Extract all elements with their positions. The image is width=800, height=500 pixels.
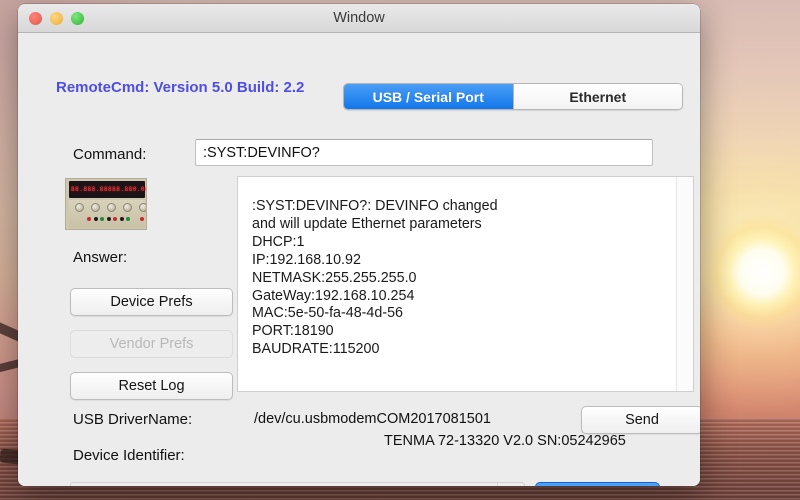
device-terminal-icon	[106, 217, 111, 221]
device-terminal-icon	[147, 217, 148, 221]
device-terminal-icon	[87, 217, 91, 221]
port-select[interactable]: /dev/cu.usbmodemCOM2017081501	[70, 482, 525, 486]
answer-scrollbar[interactable]	[676, 177, 693, 391]
vendor-prefs-button: Vendor Prefs	[70, 330, 233, 358]
device-terminal-icon	[119, 217, 124, 221]
window-titlebar[interactable]: Window	[18, 4, 700, 33]
tab-ethernet[interactable]: Ethernet	[512, 84, 682, 109]
device-display-segment: 8.888	[91, 186, 113, 193]
device-display-segment: 88.88	[71, 186, 92, 193]
device-display-segment: 0.000	[132, 186, 146, 193]
device-terminal-icon	[100, 217, 104, 221]
device-knob-icon	[139, 203, 146, 212]
answer-label: Answer:	[73, 249, 128, 266]
app-window: Window RemoteCmd: Version 5.0 Build: 2.2…	[18, 4, 700, 486]
device-terminal-icon	[140, 217, 144, 221]
window-controls	[29, 12, 84, 25]
device-terminal-icon	[126, 217, 130, 221]
answer-textarea[interactable]: :SYST:DEVINFO?: DEVINFO changed and will…	[237, 176, 694, 392]
device-terminal-icon	[93, 217, 98, 221]
device-front-panel	[69, 200, 148, 228]
device-identifier-label: Device Identifier:	[73, 447, 185, 464]
version-label: RemoteCmd: Version 5.0 Build: 2.2	[56, 79, 305, 96]
device-identifier-value: TENMA 72-13320 V2.0 SN:05242965	[384, 433, 626, 449]
device-knob-icon	[91, 203, 100, 212]
chevron-down-icon[interactable]	[497, 483, 524, 486]
command-input[interactable]	[195, 139, 653, 166]
window-content: RemoteCmd: Version 5.0 Build: 2.2 USB / …	[18, 33, 700, 486]
tab-usb-serial-port[interactable]: USB / Serial Port	[344, 84, 513, 109]
usb-drivername-value: /dev/cu.usbmodemCOM2017081501	[254, 411, 491, 427]
reset-log-button[interactable]: Reset Log	[70, 372, 233, 400]
device-terminal-icon	[113, 217, 117, 221]
device-knob-icon	[75, 203, 84, 212]
device-display-segment: 88.88	[112, 186, 133, 193]
close-button[interactable]	[29, 12, 42, 25]
connection-mode-tabs: USB / Serial Port Ethernet	[343, 83, 683, 110]
send-button[interactable]: Send	[581, 406, 700, 434]
device-knob-icon	[123, 203, 132, 212]
device-display-panel: 88.88 8.888 88.88 0.000	[69, 181, 146, 198]
power-supply-thumbnail: 88.88 8.888 88.88 0.000	[65, 178, 147, 230]
device-prefs-button[interactable]: Device Prefs	[70, 288, 233, 316]
usb-drivername-label: USB DriverName:	[73, 411, 193, 428]
minimize-button[interactable]	[50, 12, 63, 25]
device-terminal-row	[87, 217, 148, 221]
answer-text: :SYST:DEVINFO?: DEVINFO changed and will…	[252, 198, 498, 358]
zoom-button[interactable]	[71, 12, 84, 25]
device-knob-icon	[107, 203, 116, 212]
window-title: Window	[333, 10, 385, 26]
command-label: Command:	[73, 146, 147, 163]
disconnect-button[interactable]: Disconnect	[535, 482, 660, 486]
device-knob-row	[75, 203, 146, 212]
